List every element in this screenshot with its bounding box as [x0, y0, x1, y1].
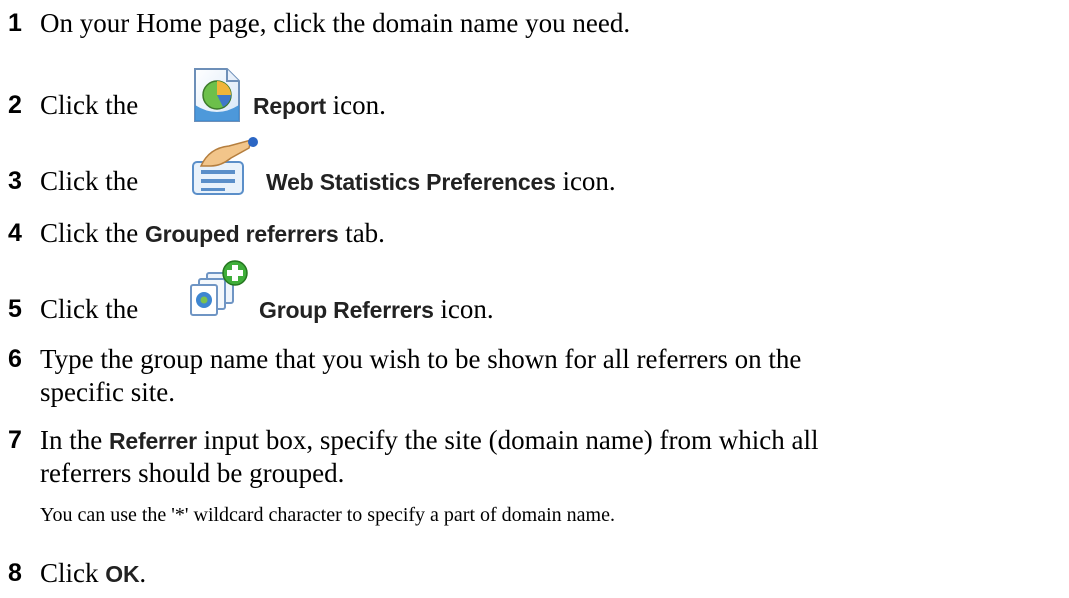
step-8-text-post: .	[139, 558, 147, 588]
step-2-text-pre: Click the	[40, 90, 139, 120]
step-text: In the Referrer input box, specify the s…	[40, 423, 818, 458]
step-text-continued: referrers should be grouped.	[40, 458, 345, 488]
step-number: 8	[8, 559, 22, 587]
ok-button-label: OK	[105, 561, 140, 587]
step-4-text-post: tab.	[345, 218, 385, 248]
step-7-text-mid: input box, specify the site (domain name…	[203, 425, 819, 455]
step-5-text-post: icon.	[440, 294, 494, 324]
step-text: Click the Grouped referrers tab.	[40, 216, 385, 251]
step-number: 2	[8, 91, 22, 119]
step-3-text-pre: Click the	[40, 166, 139, 196]
step-3-tail: Web Statistics Preferences icon.	[266, 164, 616, 199]
grouped-referrers-tab-label: Grouped referrers	[144, 221, 339, 247]
step-3-text-post: icon.	[562, 166, 616, 196]
step-4-text-pre: Click the	[40, 218, 139, 248]
group-referrers-label: Group Referrers	[259, 297, 434, 323]
step-text: Type the group name that you wish to be …	[40, 344, 802, 374]
preferences-icon	[189, 136, 259, 196]
step-2-tail: Report icon.	[253, 88, 386, 123]
step-number: 7	[8, 426, 22, 454]
step-5-text-pre: Click the	[40, 294, 139, 324]
report-label: Report	[253, 93, 326, 119]
referrer-input-label: Referrer	[108, 428, 197, 454]
step-number: 5	[8, 295, 22, 323]
step-text-continued: specific site.	[40, 377, 175, 407]
step-7-text-pre: In the	[40, 425, 103, 455]
step-2-text-post: icon.	[332, 90, 386, 120]
step-text: Click the	[40, 292, 138, 326]
wildcard-note: You can use the '*' wildcard character t…	[40, 504, 615, 526]
web-statistics-preferences-label: Web Statistics Preferences	[266, 169, 556, 195]
report-icon	[187, 67, 247, 123]
step-5-tail: Group Referrers icon.	[259, 292, 494, 327]
step-8-text-pre: Click	[40, 558, 99, 588]
step-text: Click OK.	[40, 556, 146, 591]
step-text: Click the	[40, 88, 138, 122]
group-referrers-icon	[189, 259, 251, 319]
step-text: Click the	[40, 164, 138, 198]
step-1-text: On your Home page, click the domain name…	[40, 8, 631, 38]
step-number: 4	[8, 219, 22, 247]
step-number: 1	[8, 9, 22, 37]
step-number: 6	[8, 345, 22, 373]
step-text: On your Home page, click the domain name…	[40, 6, 630, 40]
step-number: 3	[8, 167, 22, 195]
